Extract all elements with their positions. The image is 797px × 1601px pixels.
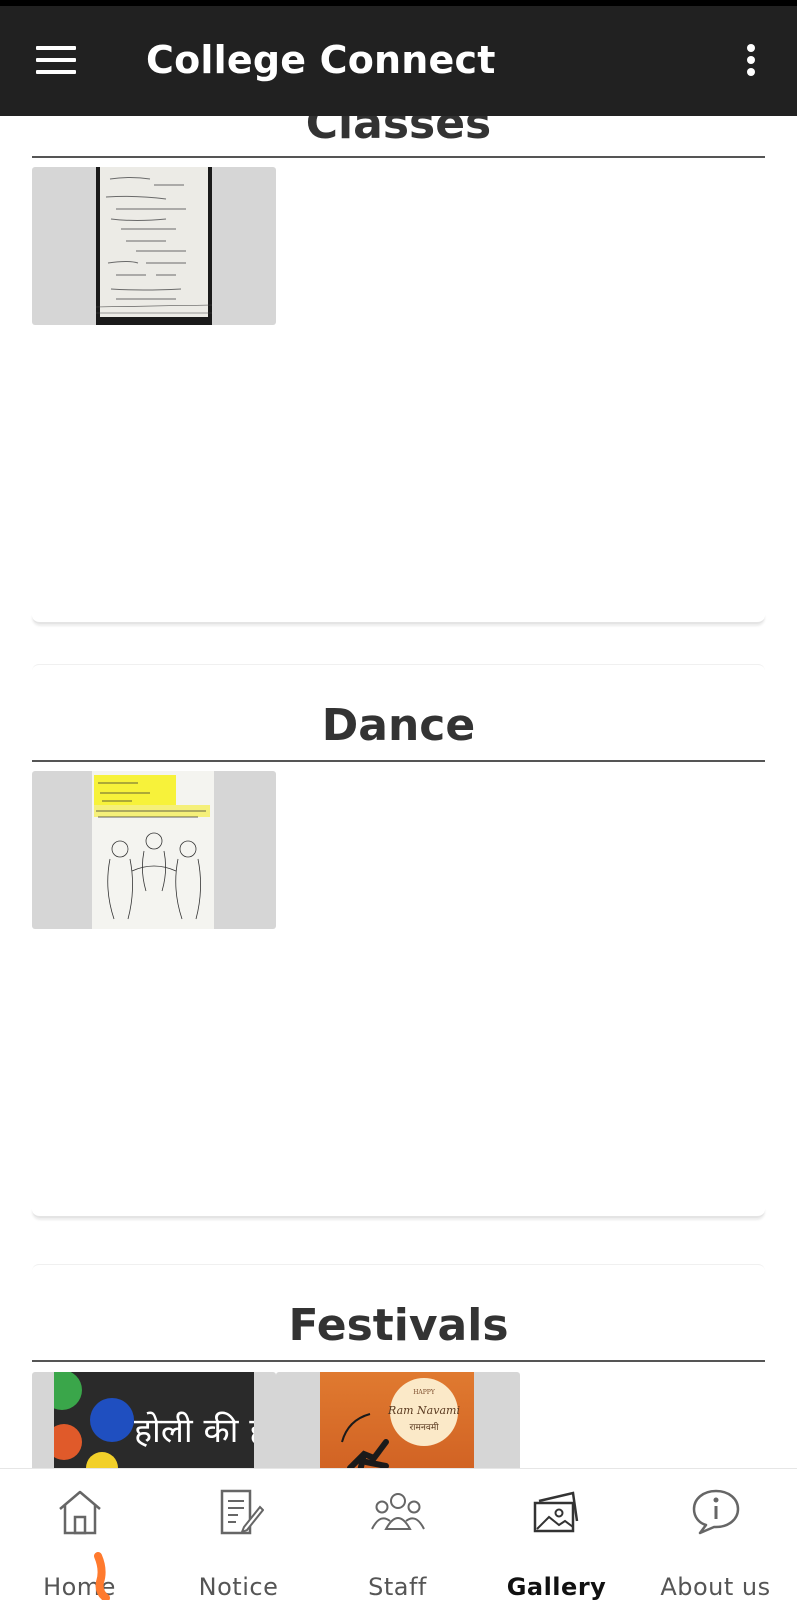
nav-label-about: About us <box>660 1573 771 1601</box>
handwritten-notes-photo <box>96 167 212 325</box>
bottom-navigation: Home Notice Staff Gallery About us <box>0 1468 797 1601</box>
nav-label-notice: Notice <box>198 1573 279 1601</box>
touch-annotation-mark <box>94 1552 110 1600</box>
gallery-thumbnail[interactable]: होली की हार्दिक <box>32 1372 276 1468</box>
card-top-edge <box>32 1264 765 1271</box>
info-icon <box>692 1489 739 1535</box>
status-strip <box>0 0 797 6</box>
nav-staff[interactable]: Staff <box>318 1469 477 1601</box>
more-vertical-icon[interactable] <box>744 42 758 78</box>
section-divider <box>32 156 765 158</box>
card-top-edge <box>32 664 765 671</box>
section-divider <box>32 760 765 762</box>
gallery-thumbnail[interactable] <box>32 771 276 929</box>
card-bottom-edge <box>32 1208 765 1218</box>
home-icon <box>58 1490 101 1535</box>
gallery-icon <box>533 1491 578 1533</box>
app-title: College Connect <box>146 38 496 82</box>
nav-home[interactable]: Home <box>0 1469 159 1601</box>
gallery-content: Classes Dance Festivals होली की HAPPY Ra… <box>0 0 797 1468</box>
sketch-drawing-photo <box>92 771 214 929</box>
nav-notice[interactable]: Notice <box>159 1469 318 1601</box>
section-divider <box>32 1360 765 1362</box>
card-bottom-edge <box>32 614 765 624</box>
section-title: Dance <box>321 700 476 751</box>
section-title: Festivals <box>288 1300 509 1351</box>
nav-gallery[interactable]: Gallery <box>477 1469 636 1601</box>
staff-group-icon <box>370 1493 425 1530</box>
ram-main-text: Ram Navami <box>387 1404 460 1417</box>
app-bar: College Connect <box>0 0 797 116</box>
nav-label-gallery: Gallery <box>506 1573 607 1601</box>
gallery-thumbnail[interactable]: HAPPY Ram Navami रामनवमी <box>276 1372 520 1468</box>
notice-icon <box>220 1489 264 1535</box>
ram-top-text: HAPPY <box>413 1389 436 1396</box>
holi-text: होली की हार्दिक <box>134 1411 254 1451</box>
ram-navami-greeting-photo: HAPPY Ram Navami रामनवमी <box>320 1372 474 1468</box>
nav-about[interactable]: About us <box>636 1469 795 1601</box>
holi-greeting-photo: होली की हार्दिक <box>54 1372 254 1468</box>
ram-hindi-text: रामनवमी <box>409 1421 439 1433</box>
hamburger-menu-icon[interactable] <box>36 46 76 74</box>
nav-label-staff: Staff <box>368 1573 427 1601</box>
gallery-thumbnail[interactable] <box>32 167 276 325</box>
nav-label-home: Home <box>43 1573 116 1601</box>
